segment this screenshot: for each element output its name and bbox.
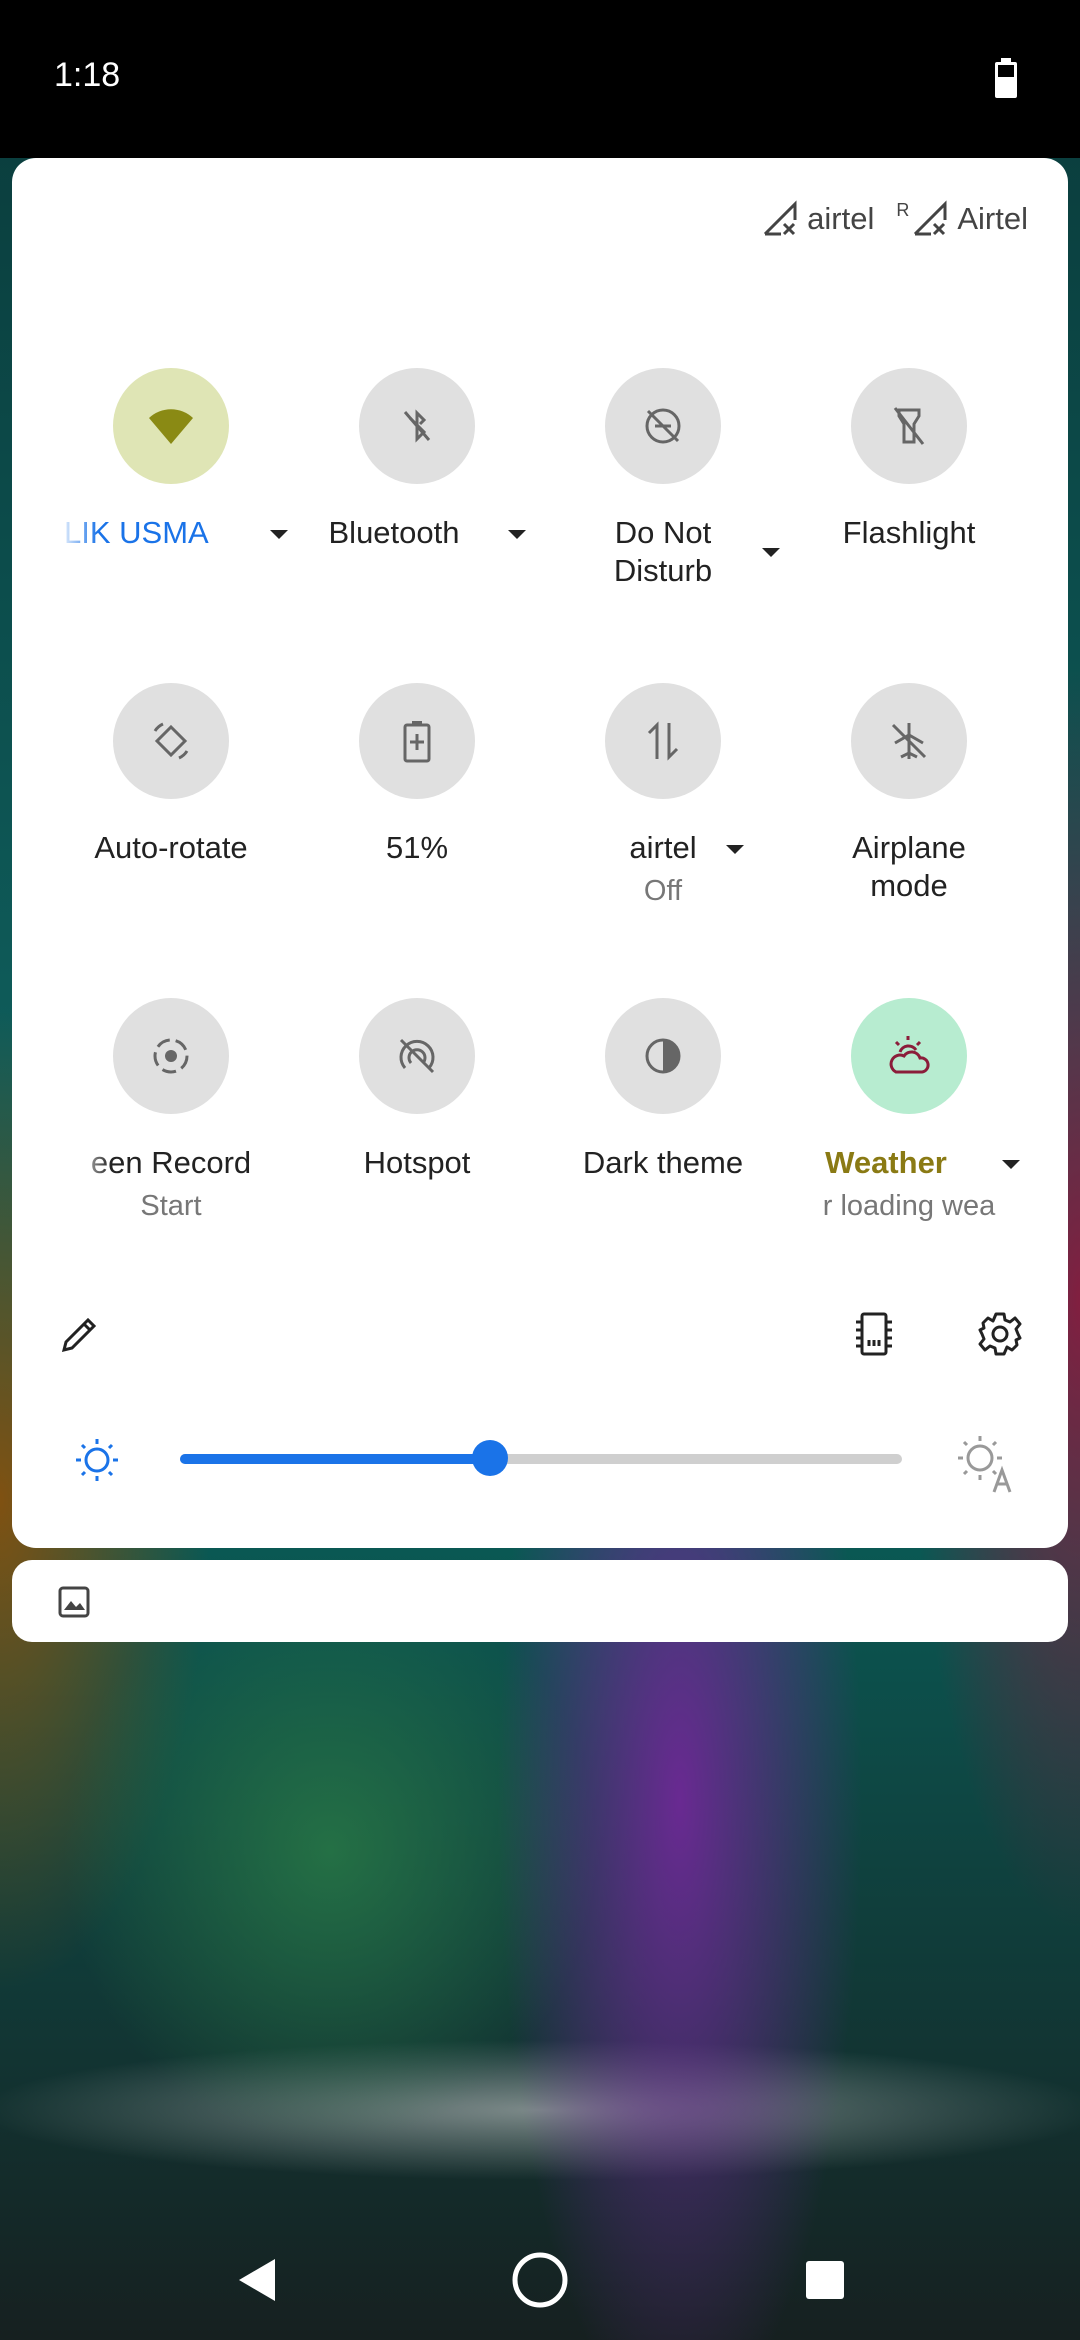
tile-hotspot-label: Hotspot <box>363 1145 471 1180</box>
airplane-mode-off-icon <box>891 723 927 759</box>
tile-airplane-label-line2: mode <box>870 868 948 903</box>
tile-mobile-data-button[interactable] <box>605 683 721 799</box>
recents-button[interactable] <box>790 2245 860 2315</box>
brightness-fill <box>180 1454 491 1464</box>
status-bar: 1:18 <box>0 0 1080 158</box>
weather-cloudy-icon <box>889 1036 930 1074</box>
chip-icon <box>856 1312 892 1356</box>
signal-no-service-icon <box>764 200 797 236</box>
tile-screen-record-status: Start <box>140 1190 202 1222</box>
tile-dnd-label-line1: Do Not <box>614 515 712 550</box>
pencil-icon <box>61 1317 97 1353</box>
tile-flashlight[interactable]: Flashlight <box>786 368 1032 648</box>
tile-flashlight-button[interactable] <box>851 368 967 484</box>
home-circle-icon <box>512 2252 568 2308</box>
screen-record-icon <box>153 1038 189 1074</box>
roaming-indicator: R <box>896 200 910 220</box>
tile-weather-button[interactable] <box>851 998 967 1114</box>
flashlight-off-icon <box>893 407 925 445</box>
battery-saver-icon <box>403 721 431 763</box>
tile-auto-rotate-label: Auto-rotate <box>94 830 248 865</box>
brightness-slider[interactable] <box>180 1440 902 1476</box>
tile-bluetooth[interactable]: Bluetooth <box>294 368 540 648</box>
carrier-2: R Airtel <box>896 200 1028 238</box>
tile-airplane-label: Airplane mode <box>786 829 1032 905</box>
status-time: 1:18 <box>54 56 121 94</box>
tile-hotspot-button[interactable] <box>359 998 475 1114</box>
tile-mobile-data[interactable]: airtel Off <box>540 683 786 963</box>
tile-bluetooth-dropdown-icon[interactable] <box>508 530 526 539</box>
tile-wifi[interactable]: LIK USMA <box>48 368 294 648</box>
tile-battery-saver-button[interactable] <box>359 683 475 799</box>
auto-brightness-button[interactable] <box>952 1430 1018 1496</box>
gear-icon <box>978 1312 1022 1356</box>
tile-airplane-button[interactable] <box>851 683 967 799</box>
signal-no-service-icon <box>914 200 947 236</box>
mobile-data-icon <box>647 721 679 761</box>
settings-button[interactable] <box>974 1308 1026 1360</box>
wifi-icon <box>149 409 193 444</box>
back-triangle-icon <box>239 2259 275 2301</box>
tile-airplane-label-line1: Airplane <box>852 830 966 865</box>
tile-screen-record[interactable]: een Record Start <box>48 998 294 1278</box>
auto-brightness-icon <box>958 1436 1012 1493</box>
tile-wifi-button[interactable] <box>113 368 229 484</box>
tile-mobile-data-dropdown-icon[interactable] <box>726 845 744 854</box>
edit-tiles-button[interactable] <box>54 1308 106 1360</box>
media-card[interactable] <box>12 1560 1068 1642</box>
carrier-1-name: airtel <box>807 201 875 236</box>
recents-square-icon <box>806 2261 844 2299</box>
tile-do-not-disturb[interactable]: Do Not Disturb <box>540 368 786 648</box>
navigation-bar <box>0 2220 1080 2340</box>
quick-settings-panel: airtel R Airtel LIK USMA Bluetooth Do No… <box>12 158 1068 1548</box>
tile-airplane-mode[interactable]: Airplane mode <box>786 683 1032 963</box>
tile-weather-dropdown-icon[interactable] <box>1002 1160 1020 1169</box>
battery-icon <box>995 58 1017 98</box>
tile-bluetooth-button[interactable] <box>359 368 475 484</box>
back-button[interactable] <box>222 2245 292 2315</box>
tile-dark-theme[interactable]: Dark theme <box>540 998 786 1278</box>
hotspot-off-icon <box>399 1038 435 1074</box>
tile-dark-theme-button[interactable] <box>605 998 721 1114</box>
tile-dnd-label: Do Not Disturb <box>540 514 786 590</box>
image-icon <box>58 1586 90 1618</box>
auto-rotate-icon <box>153 722 189 760</box>
tile-dnd-label-line2: Disturb <box>613 553 713 588</box>
tile-mobile-data-status: Off <box>643 875 683 907</box>
tile-dnd-button[interactable] <box>605 368 721 484</box>
tile-bluetooth-label: Bluetooth <box>328 515 460 550</box>
dark-theme-icon <box>645 1038 681 1074</box>
tile-battery-saver[interactable]: 51% <box>294 683 540 963</box>
bluetooth-off-icon <box>403 409 431 443</box>
carrier-2-name: Airtel <box>957 201 1028 236</box>
tile-weather-status: r loading wea <box>822 1190 996 1222</box>
tile-weather-label: Weather <box>825 1145 947 1180</box>
tile-auto-rotate[interactable]: Auto-rotate <box>48 683 294 963</box>
tile-screen-record-label: een Record <box>90 1145 252 1180</box>
home-button[interactable] <box>502 2242 578 2318</box>
device-controls-button[interactable] <box>848 1308 900 1360</box>
tile-wifi-dropdown-icon[interactable] <box>270 530 288 539</box>
carrier-1: airtel <box>761 200 874 238</box>
tile-auto-rotate-button[interactable] <box>113 683 229 799</box>
tile-hotspot[interactable]: Hotspot <box>294 998 540 1278</box>
tile-weather[interactable]: Weather r loading wea <box>786 998 1032 1278</box>
brightness-low-icon <box>72 1435 122 1485</box>
brightness-thumb[interactable] <box>472 1440 509 1476</box>
tile-screen-record-button[interactable] <box>113 998 229 1114</box>
tile-flashlight-label: Flashlight <box>842 515 976 550</box>
tile-wifi-label: LIK USMA <box>64 515 209 550</box>
tile-dark-theme-label: Dark theme <box>582 1145 744 1180</box>
tile-battery-saver-label: 51% <box>385 830 449 865</box>
tile-dnd-dropdown-icon[interactable] <box>762 548 780 557</box>
do-not-disturb-off-icon <box>645 408 681 444</box>
carrier-row: airtel R Airtel <box>739 200 1028 238</box>
